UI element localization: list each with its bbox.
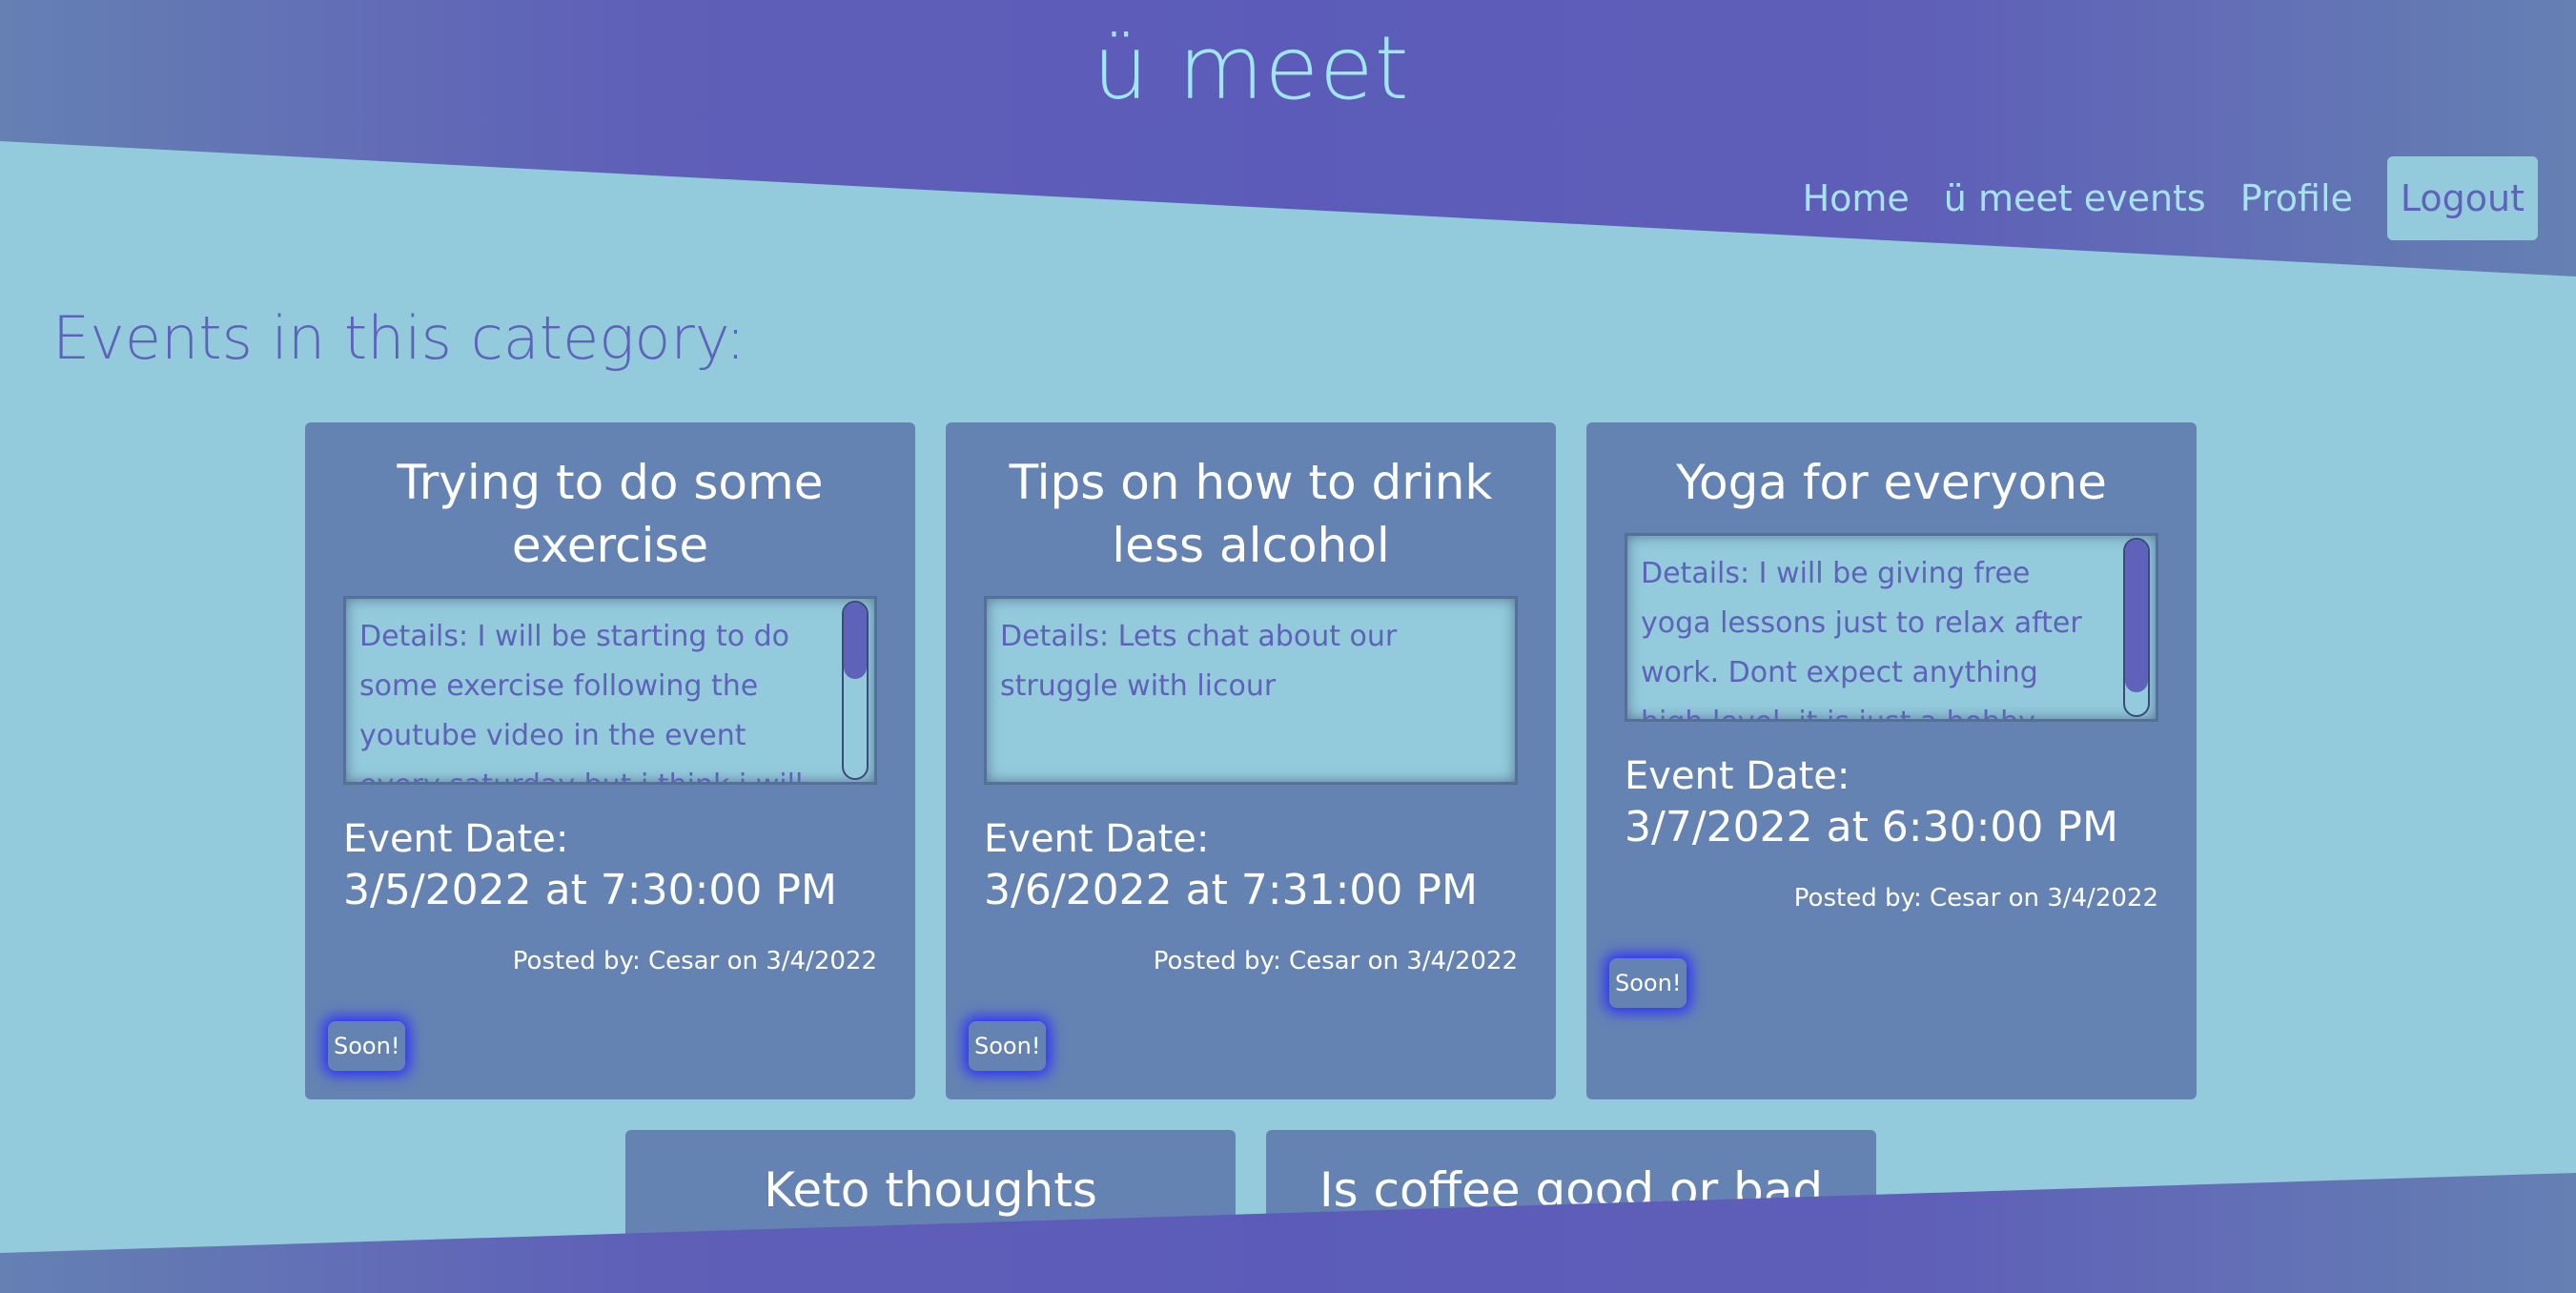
logout-button[interactable]: Logout [2386, 156, 2538, 240]
event-title: Keto thoughts [764, 1162, 1097, 1218]
event-card: Yoga for everyone Details: I will be giv… [1586, 422, 2197, 1099]
soon-badge[interactable]: Soon! [969, 1021, 1047, 1071]
event-title: Yoga for everyone [1676, 455, 2107, 510]
posted-by: Posted by: Cesar on 3/4/2022 [1793, 884, 2158, 913]
event-date: 3/6/2022 at 7:31:00 PM [984, 866, 1478, 914]
event-date-label: Event Date: [1625, 754, 1850, 798]
scrollbar-thumb[interactable] [2125, 540, 2148, 692]
posted-by: Posted by: Cesar on 3/4/2022 [512, 947, 877, 975]
main-nav: Home ü meet events Profile Logout [1786, 156, 2576, 240]
event-details-text: Details: I will be giving free yoga less… [1641, 557, 2082, 719]
soon-badge[interactable]: Soon! [1609, 958, 1687, 1008]
nav-events-link[interactable]: ü meet events [1927, 177, 2223, 219]
event-details-text: Details: I will be starting to do some e… [359, 620, 803, 782]
event-card: Tips on how to drink less alcohol Detail… [946, 422, 1556, 1099]
nav-profile-link[interactable]: Profile [2223, 177, 2370, 219]
event-title: Tips on how to drink less alcohol [1009, 455, 1493, 573]
event-date-label: Event Date: [343, 817, 569, 861]
soon-badge[interactable]: Soon! [328, 1021, 406, 1071]
nav-home-link[interactable]: Home [1786, 177, 1927, 219]
event-card: Trying to do some exercise Details: I wi… [305, 422, 915, 1099]
event-date: 3/7/2022 at 6:30:00 PM [1625, 803, 2118, 852]
event-details-box[interactable]: Details: I will be starting to do some e… [343, 596, 877, 785]
event-date: 3/5/2022 at 7:30:00 PM [343, 866, 837, 914]
event-date-label: Event Date: [984, 817, 1210, 861]
event-details-text: Details: Lets chat about our struggle wi… [1000, 620, 1398, 703]
event-details-box[interactable]: Details: I will be giving free yoga less… [1625, 533, 2158, 722]
details-scrollbar[interactable] [842, 601, 869, 780]
details-scrollbar[interactable] [2123, 538, 2150, 717]
brand-logo[interactable]: ü meet [0, 17, 2503, 119]
event-title: Trying to do some exercise [397, 455, 824, 573]
event-details-box[interactable]: Details: Lets chat about our struggle wi… [984, 596, 1518, 785]
posted-by: Posted by: Cesar on 3/4/2022 [1153, 947, 1518, 975]
scrollbar-thumb[interactable] [844, 603, 867, 679]
